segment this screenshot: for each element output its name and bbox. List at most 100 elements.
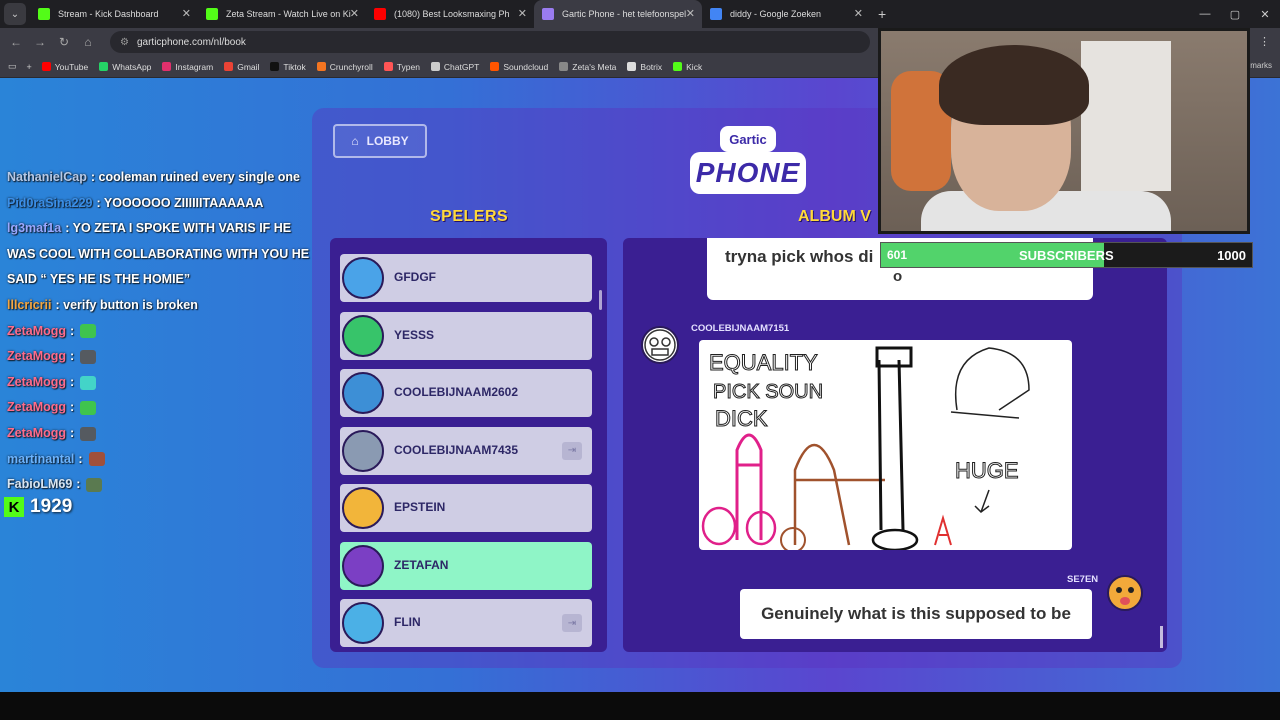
tab-close-icon[interactable]: ✕ <box>182 7 191 20</box>
chat-username[interactable]: Pid0raSina229 <box>7 196 92 210</box>
bookmark-label: Botrix <box>640 61 663 72</box>
player-name: FLIN <box>394 615 421 629</box>
chat-emote-icon <box>80 375 97 390</box>
tab-search-button[interactable]: ⌄ <box>4 3 26 25</box>
lobby-button[interactable]: ⌂ LOBBY <box>333 124 427 158</box>
player-avatar <box>342 257 384 299</box>
bookmark-folder-icon[interactable]: ▭ <box>8 61 17 72</box>
player-row[interactable]: ZETAFAN <box>340 541 592 590</box>
browser-tab[interactable]: Stream - Kick Dashboard ✕ <box>30 0 198 28</box>
browser-tab[interactable]: diddy - Google Zoeken ✕ <box>702 0 870 28</box>
tab-favicon-icon <box>206 8 218 20</box>
drawing-word-4: HUGE <box>955 458 1019 483</box>
chat-username[interactable]: FabioLM69 <box>7 477 72 491</box>
tab-close-icon[interactable]: ✕ <box>518 7 527 20</box>
chat-message: WAS COOL WITH COLLABORATING WITH YOU HE <box>7 247 309 261</box>
player-row[interactable]: YESSS <box>340 311 592 360</box>
chat-message: Pid0raSina229: YOOOOOO ZIIIIIITAAAAAA <box>7 196 263 210</box>
previous-guess-text: tryna pick whos di <box>725 247 874 266</box>
chat-message: ZetaMogg: <box>7 349 97 364</box>
chat-username[interactable]: NathanielCap <box>7 170 87 184</box>
chat-text: : YO ZETA I SPOKE WITH VARIS IF HE <box>65 221 292 236</box>
chat-username[interactable]: ZetaMogg <box>7 375 66 389</box>
player-drawing: EQUALITY PICK SOUN DICK HUGE <box>699 340 1072 550</box>
browser-menu-icon[interactable]: ⋮ <box>1259 35 1270 48</box>
previous-guess-text-wrap: o <box>893 268 903 285</box>
bookmark-label: Instagram <box>175 61 214 72</box>
tab-close-icon[interactable]: ✕ <box>854 7 863 20</box>
chat-username[interactable]: lllcricrii <box>7 298 51 312</box>
bookmark-item[interactable]: YouTube <box>41 62 88 72</box>
bookmark-item[interactable]: WhatsApp <box>99 62 151 72</box>
chat-text: : <box>78 451 83 466</box>
bookmark-favicon-icon <box>41 62 51 71</box>
bookmark-item[interactable]: Botrix <box>627 62 662 72</box>
player-avatar <box>342 602 384 644</box>
browser-tab[interactable]: Gartic Phone - het telefoonspel ✕ <box>534 0 702 28</box>
player-row[interactable]: FLIN ⇥ <box>340 599 592 647</box>
chat-username[interactable]: lg3maf1a <box>7 221 61 235</box>
home-icon: ⌂ <box>351 134 359 148</box>
player-row[interactable]: GFDGF <box>340 254 592 302</box>
chat-username[interactable]: martinantal <box>7 452 74 466</box>
browser-tab[interactable]: (1080) Best Looksmaxing Ph ✕ <box>366 0 534 28</box>
close-window-button[interactable]: ✕ <box>1250 0 1280 28</box>
bookmark-label: Gmail <box>237 61 260 72</box>
other-bookmarks[interactable]: marks <box>1250 61 1272 70</box>
players-list[interactable]: GFDGF YESSS COOLEBIJNAAM2602 COOLEBIJNAAM74… <box>330 238 607 652</box>
bookmark-item[interactable]: Tiktok <box>270 62 306 72</box>
forward-button[interactable]: → <box>28 35 52 49</box>
url-field[interactable]: ⚙ garticphone.com/nl/book <box>110 31 870 53</box>
bookmark-item[interactable]: Typen <box>383 62 420 72</box>
answer-bubble: Genuinely what is this supposed to be <box>740 589 1092 639</box>
tab-strip: Stream - Kick Dashboard ✕ Zeta Stream - Wa… <box>30 0 870 28</box>
site-info-icon[interactable]: ⚙ <box>120 37 129 48</box>
player-name: COOLEBIJNAAM7435 <box>394 442 519 457</box>
chat-text: : verify button is broken <box>55 298 198 312</box>
chat-text: : <box>70 400 75 415</box>
kick-player-button[interactable]: ⇥ <box>562 614 582 632</box>
bookmark-favicon-icon <box>559 62 569 71</box>
bookmark-item[interactable]: Instagram <box>162 62 213 72</box>
minimize-button[interactable]: — <box>1190 0 1220 28</box>
chat-emote-icon <box>80 426 97 441</box>
chat-username[interactable]: ZetaMogg <box>7 426 66 440</box>
bookmark-item[interactable]: Zeta's Meta <box>559 62 616 72</box>
bookmark-item[interactable]: Soundcloud <box>490 62 548 72</box>
drawing-word-3: DICK <box>715 406 768 431</box>
tab-favicon-icon <box>38 8 50 20</box>
bookmark-item[interactable]: Gmail <box>224 62 259 72</box>
chat-username[interactable]: ZetaMogg <box>7 324 66 338</box>
url-text: garticphone.com/nl/book <box>136 36 246 48</box>
player-avatar <box>342 487 384 529</box>
player-avatar <box>342 314 384 357</box>
chat-username[interactable]: ZetaMogg <box>7 400 66 414</box>
tab-close-icon[interactable]: ✕ <box>350 7 359 20</box>
bookmark-label: WhatsApp <box>112 61 152 72</box>
new-tab-button[interactable]: + <box>878 6 886 22</box>
album-scrollbar[interactable] <box>1160 626 1163 648</box>
bookmark-add-icon[interactable]: + <box>27 62 32 72</box>
reload-button[interactable]: ↻ <box>52 35 76 49</box>
browser-tab[interactable]: Zeta Stream - Watch Live on Ki ✕ <box>198 0 366 28</box>
bookmark-favicon-icon <box>224 62 234 71</box>
tab-title: Zeta Stream - Watch Live on Ki <box>226 9 351 19</box>
chat-username[interactable]: ZetaMogg <box>7 349 66 363</box>
player-row[interactable]: EPSTEIN <box>340 484 592 532</box>
album-view[interactable]: tryna pick whos di o COOLEBIJNAAM7151 EQ… <box>623 238 1167 652</box>
player-row[interactable]: COOLEBIJNAAM2602 <box>340 369 592 417</box>
chat-message: ZetaMogg: <box>7 400 97 416</box>
player-row[interactable]: COOLEBIJNAAM7435 ⇥ <box>340 426 592 475</box>
home-button[interactable]: ⌂ <box>76 35 100 49</box>
maximize-button[interactable]: ▢ <box>1220 0 1250 28</box>
bookmark-item[interactable]: ChatGPT <box>430 62 479 72</box>
chat-emote-icon <box>80 401 97 416</box>
tab-close-icon[interactable]: ✕ <box>686 7 695 20</box>
players-scrollbar[interactable] <box>599 290 602 310</box>
webcam-overlay <box>878 28 1250 234</box>
kick-logo-icon: K <box>4 497 24 517</box>
kick-player-button[interactable]: ⇥ <box>562 441 582 460</box>
bookmark-item[interactable]: Crunchyroll <box>316 62 373 72</box>
back-button[interactable]: ← <box>4 35 28 49</box>
bookmark-item[interactable]: Kick <box>673 62 702 72</box>
